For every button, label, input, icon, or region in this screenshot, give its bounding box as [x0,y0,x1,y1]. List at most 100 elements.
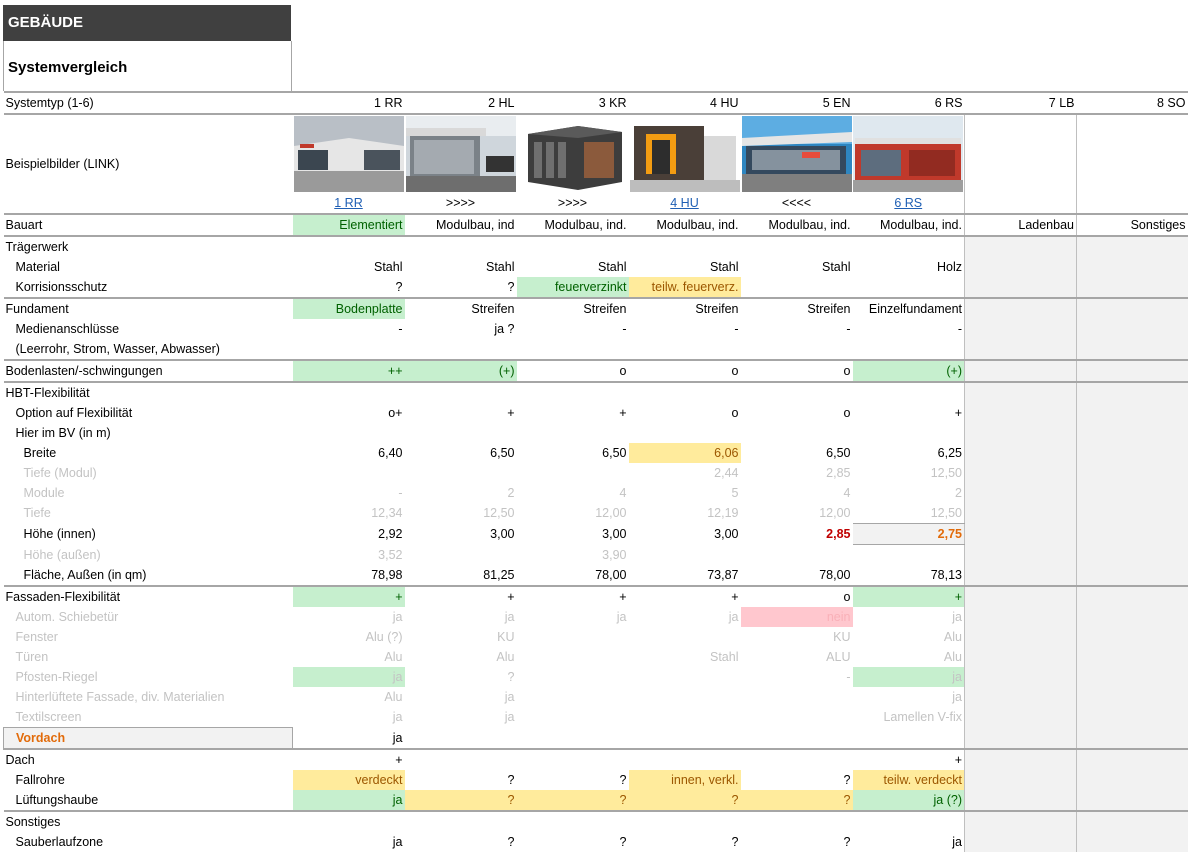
example-link[interactable]: 1 RR [293,193,405,214]
cell [741,707,853,728]
cell: + [404,585,517,607]
cell: + [852,748,965,770]
cell [741,545,853,566]
cell [404,748,517,770]
cell: 2,44 [714,466,739,480]
row-tueren: Türen Alu Alu Stahl ALU Alu [4,647,1188,667]
row-label: Fassaden-Flexibilität [3,585,293,607]
row-pfosten: Pfosten-Riegel ja ? - ja [4,667,1188,687]
cell: 4 [619,486,627,500]
row-label: Autom. Schiebetür [15,610,119,624]
row-label: Höhe (außen) [23,547,101,562]
row-material: Material Stahl Stahl Stahl Stahl Stahl H… [4,257,1188,277]
cell: ja (?) [852,790,965,811]
example-link: >>>> [445,196,476,210]
row-hinterlueftet: Hinterlüftete Fassade, div. Materialien … [4,687,1188,707]
row-label: (Leerrohr, Strom, Wasser, Abwasser) [15,342,220,356]
row-fassade: Fassaden-Flexibilität + + + + o + [3,585,1188,607]
cell: KU [833,630,851,644]
row-label: Beispielbilder (LINK) [3,113,293,214]
cell: ? [740,790,853,811]
cell: + [628,585,741,607]
row-bodenlasten: Bodenlasten/-schwingungen ++ (+) o o o (… [3,359,1188,382]
module-cube-image [517,116,628,192]
cell: Stahl [486,260,515,274]
group-label: HBT-Flexibilität [3,381,293,403]
example-image-2[interactable] [404,113,517,193]
cell: ? [395,280,403,294]
cell: 5 [731,486,739,500]
cell: ALU [826,650,851,664]
row-option: Option auf Flexibilität o+ + + o o + [4,403,1188,423]
cell: ? [404,790,517,811]
cell: ja [616,610,627,624]
row-label: Hinterlüftete Fassade, div. Materialien [15,690,225,704]
cell: ? [507,773,515,787]
cell: ? [507,835,515,849]
example-image-5[interactable] [740,113,853,193]
cell: Modulbau, ind. [740,213,853,236]
example-link[interactable]: 4 HU [629,193,741,214]
cell: verdeckt [292,770,405,790]
cell: Einzelfundament [852,297,965,319]
cell: 12,50 [483,506,515,521]
col-header: 1 RR [292,91,405,114]
cell: Streifen [516,297,629,319]
row-hoehe-innen: Höhe (innen) 2,92 3,00 3,00 3,00 2,85 2,… [4,523,1188,545]
row-tiefe: Tiefe 12,34 12,50 12,00 12,19 12,00 12,5… [4,503,1188,524]
row-vordach: Vordach ja [3,727,1188,750]
cell [853,545,965,566]
cell: ja [292,790,405,811]
cell [405,463,517,483]
cell [853,728,965,750]
row-fundament: Fundament Bodenplatte Streifen Streifen … [3,297,1188,319]
cell [740,748,853,770]
example-image-3[interactable] [516,113,629,193]
cell [517,667,629,687]
row-label: Module [23,486,65,500]
cell: 2,85 [826,466,851,480]
cell: Stahl [822,260,851,274]
cell [741,687,853,707]
example-image-1[interactable] [292,113,405,193]
row-label: Breite [23,446,57,460]
cell: Ladenbau [964,213,1077,236]
cell: 2,85 [826,527,851,541]
cell: Modulbau, ind. [516,213,629,236]
cell [629,687,741,707]
cell: 3,90 [602,547,627,562]
cell [629,545,741,566]
row-hier: Hier im BV (in m) [4,423,1188,443]
col-header: 8 SO [1076,91,1188,114]
row-sonstiges: Sonstiges [3,810,1188,832]
cell: 12,00 [595,506,627,521]
cell: innen, verkl. [628,770,741,790]
row-label: Option auf Flexibilität [15,406,133,420]
example-link[interactable]: 6 RS [853,193,965,214]
row-label: Textilscreen [15,710,82,724]
example-image-6[interactable] [852,113,965,193]
cell: 6,50 [602,446,627,460]
row-traegerwerk: Trägerwerk [3,235,1188,257]
example-link: >>>> [557,196,588,210]
row-label: Vordach [3,727,293,750]
cell: ja [852,667,965,687]
cell: ja ? [494,322,515,336]
row-tiefe-modul: Tiefe (Modul) 2,44 2,85 12,50 [4,463,1188,483]
row-bauart: Bauart Elementiert Modulbau, ind Modulba… [3,213,1188,236]
example-image-4[interactable] [628,113,741,193]
cell [405,545,517,566]
empty-cell [964,113,1077,214]
kiosk-image [629,116,740,192]
cell: + [852,585,965,607]
cell: 78,98 [371,568,403,582]
cell: o [740,359,853,382]
cell: + [954,406,962,420]
cell: + [292,585,405,607]
cell: Stahl [374,260,403,274]
cell: Lamellen V-fix [883,710,962,725]
cell: ? [628,790,741,811]
cell: ? [619,835,627,849]
cell: 4 [843,486,851,500]
cell: Alu [384,650,403,664]
